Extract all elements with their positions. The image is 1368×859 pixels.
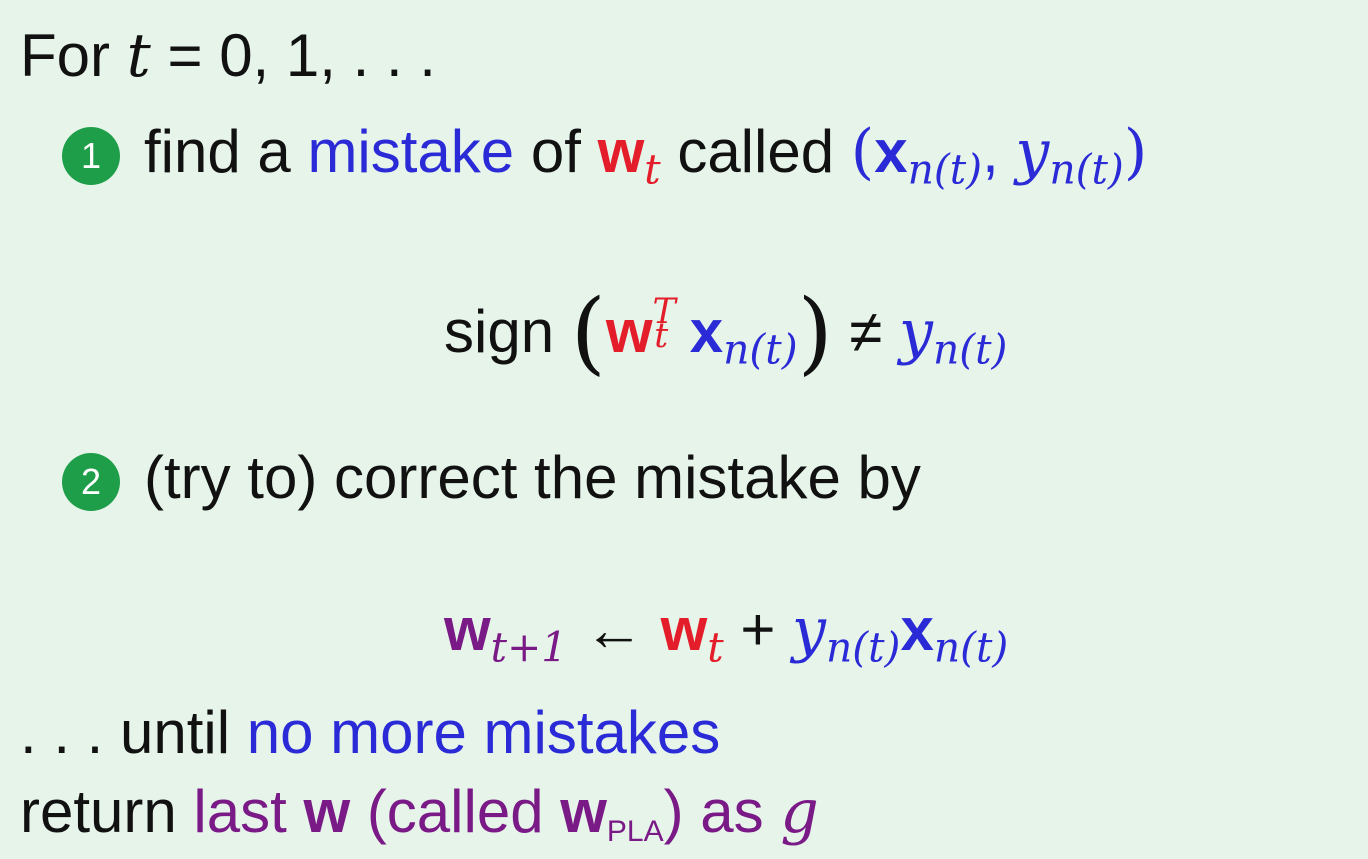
eq1-x-sub: n(t) [723, 325, 798, 374]
return-w-pla: w [560, 778, 607, 845]
step-1-rparen: ) [1123, 117, 1148, 187]
pla-algorithm-slide: For t = 0, 1, . . . 1 find a mistake of w… [0, 0, 1368, 859]
step-1-lparen: ( [850, 117, 875, 187]
eq1-w: w [605, 298, 653, 366]
eq2-w-rhs-sub: t [707, 623, 724, 672]
sign-function: sign [444, 298, 555, 366]
eq1-x: x [689, 298, 724, 366]
eq2-w-rhs: w [660, 596, 708, 663]
return-w: w [303, 778, 351, 845]
step-1: 1 find a mistake of wt called (xn(t), yn(… [62, 122, 1147, 190]
step-1-find: find a [144, 118, 291, 185]
loop-values: 0, 1, . . . [219, 22, 436, 89]
return-word: return [20, 778, 177, 845]
return-called-close: ) [663, 778, 684, 845]
step-1-y: y [1015, 117, 1050, 187]
mistake-condition: sign (w Tt xn(t)) ≠ yn(t) [444, 288, 1007, 378]
return-pla-sub: PLA [606, 815, 664, 848]
step-2-badge: 2 [62, 453, 120, 512]
for-word: For [20, 22, 110, 89]
left-arrow: ← [583, 596, 644, 663]
step-1-called: called [677, 118, 835, 185]
step-1-of: of [530, 118, 581, 185]
eq2-y: y [792, 595, 826, 665]
step-2-text: (try to) correct the mistake by [144, 444, 921, 511]
return-g: g [780, 777, 819, 847]
until-prefix: . . . until [20, 699, 231, 766]
until-line: . . . until no more mistakes [20, 703, 720, 763]
step-1-w-sub: t [644, 145, 661, 194]
eq2-w-lhs: w [444, 596, 491, 663]
not-equal-sign: ≠ [849, 298, 883, 366]
return-called-open: (called [366, 778, 544, 845]
eq1-rparen: ) [797, 280, 833, 385]
eq2-x: x [900, 596, 934, 663]
eq1-lparen: ( [570, 280, 606, 385]
eq2-y-sub: n(t) [825, 623, 901, 672]
step-1-x-sub: n(t) [907, 145, 983, 194]
plus-sign: + [740, 596, 776, 663]
return-as: as [700, 778, 764, 845]
step-1-badge: 1 [62, 127, 120, 186]
eq1-y-sub: n(t) [932, 325, 1008, 374]
step-2: 2 (try to) correct the mistake by [62, 448, 921, 512]
t-variable: t [126, 21, 151, 91]
return-last: last [193, 778, 287, 845]
equals-sign: = [167, 22, 203, 89]
return-line: return last w (called wPLA) as g [20, 782, 819, 847]
step-1-comma: , [982, 118, 999, 185]
eq2-x-sub: n(t) [933, 623, 1009, 672]
eq1-w-sub: t [654, 315, 669, 356]
eq2-lhs-sub: t+1 [490, 623, 568, 672]
step-1-w: w [597, 118, 645, 185]
loop-header: For t = 0, 1, . . . [20, 26, 436, 87]
step-1-y-sub: n(t) [1049, 145, 1124, 194]
step-1-mistake: mistake [307, 118, 515, 185]
until-highlight: no more mistakes [246, 699, 721, 766]
eq1-y: y [899, 297, 933, 368]
step-1-x: x [874, 118, 908, 185]
weight-update: wt+1 ← wt + yn(t)xn(t) [444, 600, 1008, 668]
